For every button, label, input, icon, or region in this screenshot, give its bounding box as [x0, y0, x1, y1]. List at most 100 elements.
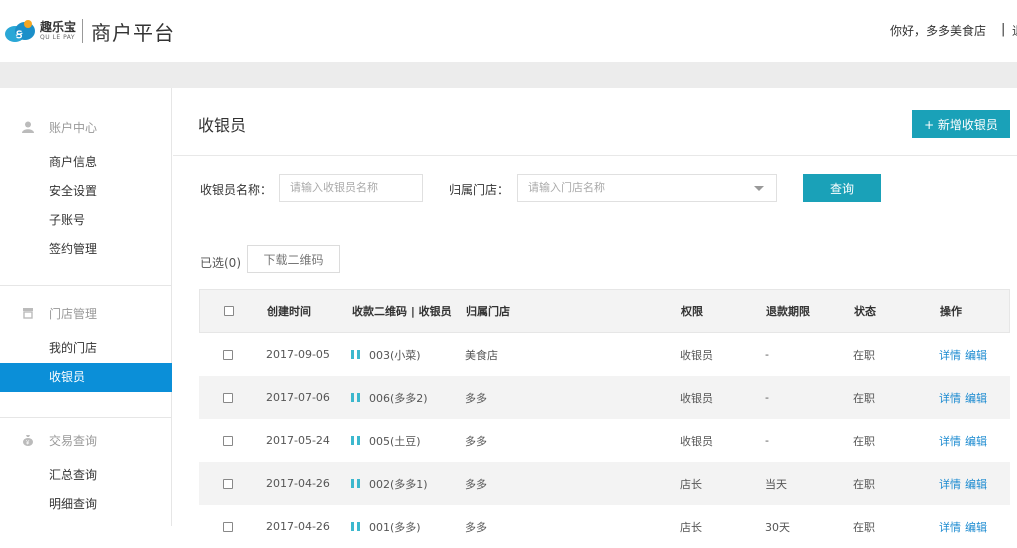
- detail-link[interactable]: 详情: [939, 476, 961, 492]
- cell-cashier: 006(多多2): [369, 391, 428, 405]
- table-row: 2017-04-26 002(多多1) 多多 店长 当天 在职 详情 编辑: [199, 462, 1010, 505]
- edit-link[interactable]: 编辑: [965, 519, 987, 535]
- cell-role: 店长: [680, 477, 702, 491]
- chevron-down-icon: [754, 186, 764, 191]
- cell-store: 多多: [465, 477, 487, 491]
- sidebar-group-stores[interactable]: 门店管理: [0, 303, 172, 323]
- cashier-name-input[interactable]: 请输入收银员名称: [279, 174, 423, 202]
- select-all-checkbox[interactable]: [224, 306, 234, 316]
- sidebar-group-label: 账户中心: [49, 120, 98, 135]
- cell-created-time: 2017-07-06: [266, 391, 330, 404]
- store-select[interactable]: 请输入门店名称: [517, 174, 777, 202]
- cell-actions: 详情 编辑: [939, 333, 991, 376]
- cell-cashier: 001(多多): [369, 520, 421, 534]
- cell-actions: 详情 编辑: [939, 462, 991, 505]
- sidebar-group-label: 交易查询: [49, 433, 98, 448]
- col-role: 权限: [681, 305, 703, 318]
- main-content: 收银员 + 新增收银员 收银员名称： 请输入收银员名称 归属门店： 请输入门店名…: [173, 88, 1017, 548]
- sidebar-item-security[interactable]: 安全设置: [0, 177, 172, 206]
- cell-actions: 详情 编辑: [939, 419, 991, 462]
- cell-cashier: 003(小菜): [369, 348, 421, 362]
- cell-role: 收银员: [680, 348, 713, 362]
- logo-divider: [82, 19, 84, 43]
- sidebar-item-contracts[interactable]: 签约管理: [0, 235, 172, 264]
- sidebar-item-merchant-info[interactable]: 商户信息: [0, 148, 172, 177]
- sidebar-item-details[interactable]: 明细查询: [0, 490, 172, 519]
- cell-refund-limit: 30天: [765, 520, 790, 534]
- sidebar: 账户中心 商户信息 安全设置 子账号 签约管理 门店管理 我的门店 收银员 ¥ …: [0, 88, 172, 526]
- header-separator: |: [1001, 22, 1006, 37]
- col-created-time[interactable]: 创建时间: [267, 290, 311, 332]
- table-row: 2017-05-24 005(土豆) 多多 收银员 - 在职 详情 编辑: [199, 419, 1010, 462]
- col-qrcode-cashier: 收款二维码 | 收银员: [352, 305, 452, 318]
- page-title: 收银员: [198, 116, 247, 135]
- qrcode-icon[interactable]: [351, 393, 360, 402]
- cell-store: 多多: [465, 520, 487, 534]
- cell-status: 在职: [853, 434, 875, 448]
- sidebar-group-transactions[interactable]: ¥ 交易查询: [0, 430, 172, 450]
- detail-link[interactable]: 详情: [939, 347, 961, 363]
- cell-actions: 详情 编辑: [939, 505, 991, 548]
- logo[interactable]: Ꞩ 趣乐宝 QU LE PAY 商户平台: [4, 18, 176, 45]
- table-row: 2017-04-26 001(多多) 多多 店长 30天 在职 详情 编辑: [199, 505, 1010, 548]
- store-icon: [23, 308, 33, 319]
- cell-created-time: 2017-09-05: [266, 348, 330, 361]
- edit-link[interactable]: 编辑: [965, 390, 987, 406]
- qrcode-icon[interactable]: [351, 522, 360, 531]
- qrcode-icon[interactable]: [351, 436, 360, 445]
- cell-role: 收银员: [680, 434, 713, 448]
- col-refund-limit: 退款期限: [766, 305, 810, 318]
- table-header: 创建时间 收款二维码 | 收银员 归属门店 权限 退款期限 状态 操作: [199, 289, 1010, 333]
- query-button[interactable]: 查询: [803, 174, 881, 202]
- edit-link[interactable]: 编辑: [965, 433, 987, 449]
- cell-role: 店长: [680, 520, 702, 534]
- detail-link[interactable]: 详情: [939, 433, 961, 449]
- cell-store: 美食店: [465, 348, 498, 362]
- row-checkbox[interactable]: [223, 521, 233, 532]
- col-store: 归属门店: [466, 305, 510, 318]
- logout-link[interactable]: 退: [1012, 22, 1017, 39]
- cell-status: 在职: [853, 391, 875, 405]
- sidebar-divider: [0, 285, 172, 286]
- logo-name: 趣乐宝: [40, 20, 77, 34]
- qrcode-icon[interactable]: [351, 350, 360, 359]
- table-row: 2017-07-06 006(多多2) 多多 收银员 - 在职 详情 编辑: [199, 376, 1010, 419]
- cell-cashier: 002(多多1): [369, 477, 428, 491]
- row-checkbox[interactable]: [223, 349, 233, 360]
- selected-count: 已选(0): [200, 256, 241, 270]
- cell-refund-limit: -: [765, 348, 769, 361]
- title-divider: [173, 155, 1017, 156]
- add-cashier-button[interactable]: + 新增收银员: [912, 110, 1010, 138]
- row-checkbox[interactable]: [223, 478, 233, 489]
- cell-actions: 详情 编辑: [939, 376, 991, 419]
- download-qrcode-button[interactable]: 下载二维码: [247, 245, 340, 273]
- qrcode-icon[interactable]: [351, 479, 360, 488]
- sidebar-item-sub-accounts[interactable]: 子账号: [0, 206, 172, 235]
- sidebar-divider: [0, 417, 172, 418]
- header-band: [0, 62, 1017, 88]
- table-row: 2017-09-05 003(小菜) 美食店 收银员 - 在职 详情 编辑: [199, 333, 1010, 376]
- cell-refund-limit: 当天: [765, 477, 787, 491]
- cell-role: 收银员: [680, 391, 713, 405]
- cell-created-time: 2017-04-26: [266, 520, 330, 533]
- user-greeting: 你好，多多美食店: [890, 24, 987, 38]
- edit-link[interactable]: 编辑: [965, 476, 987, 492]
- detail-link[interactable]: 详情: [939, 519, 961, 535]
- edit-link[interactable]: 编辑: [965, 347, 987, 363]
- money-bag-icon: ¥: [23, 435, 33, 446]
- detail-link[interactable]: 详情: [939, 390, 961, 406]
- row-checkbox[interactable]: [223, 392, 233, 403]
- sidebar-group-label: 门店管理: [49, 306, 98, 321]
- platform-title: 商户平台: [91, 20, 176, 45]
- svg-text:Ꞩ: Ꞩ: [15, 30, 23, 41]
- sidebar-item-summary[interactable]: 汇总查询: [0, 461, 172, 490]
- sidebar-group-account[interactable]: 账户中心: [0, 117, 172, 137]
- cell-status: 在职: [853, 520, 875, 534]
- row-checkbox[interactable]: [223, 435, 233, 446]
- store-label: 归属门店：: [449, 183, 510, 197]
- cell-created-time: 2017-04-26: [266, 477, 330, 490]
- sidebar-item-cashiers[interactable]: 收银员: [0, 363, 172, 392]
- top-header: Ꞩ 趣乐宝 QU LE PAY 商户平台 你好，多多美食店 | 退: [0, 0, 1017, 62]
- user-icon: [22, 121, 34, 133]
- sidebar-item-my-stores[interactable]: 我的门店: [0, 334, 172, 363]
